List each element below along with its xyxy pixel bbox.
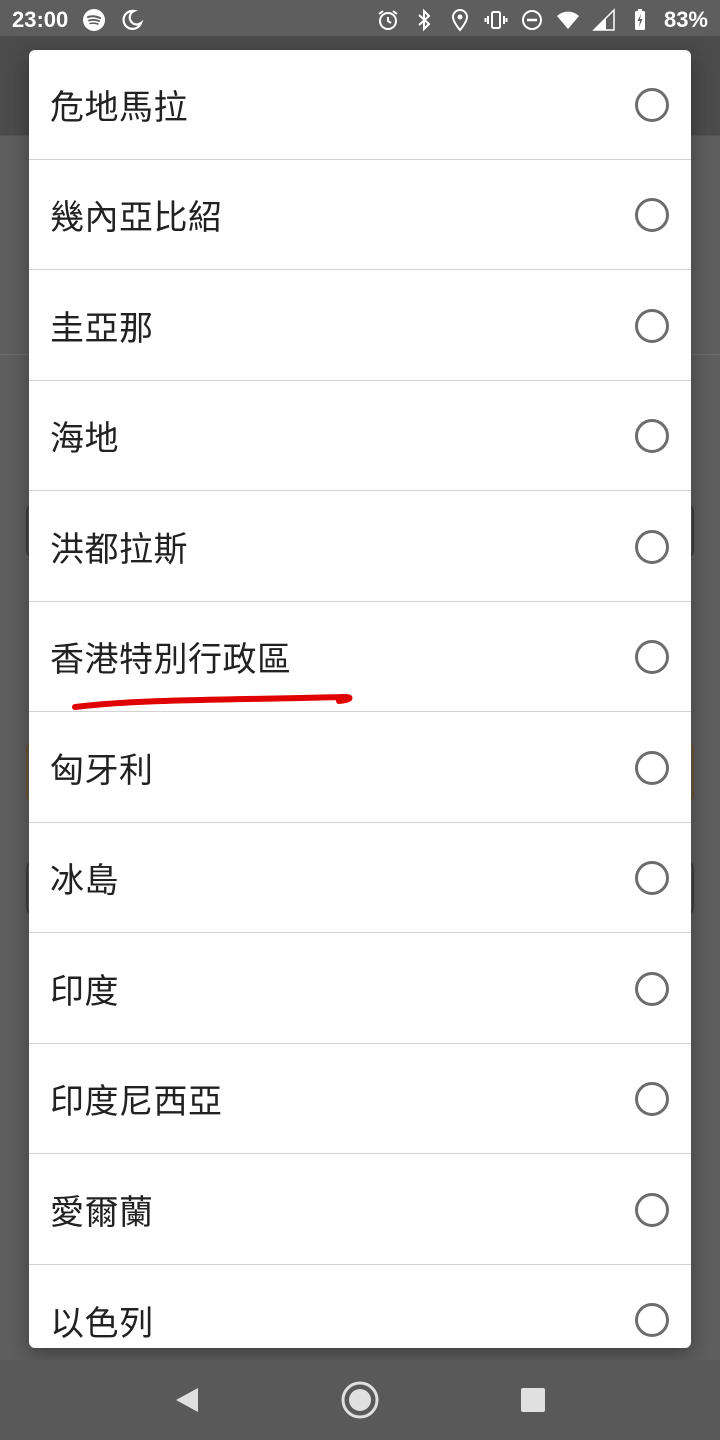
option-label: 以色列 bbox=[50, 1303, 154, 1344]
status-bar: 23:00 83% bbox=[0, 0, 720, 40]
back-button[interactable] bbox=[157, 1370, 217, 1430]
radio-button[interactable] bbox=[635, 1192, 669, 1227]
option-row[interactable]: 印度 bbox=[29, 934, 691, 1044]
home-button[interactable] bbox=[330, 1370, 390, 1430]
option-row[interactable]: 愛爾蘭 bbox=[29, 1155, 691, 1265]
moon-icon bbox=[120, 8, 144, 32]
option-row[interactable]: 香港特別行政區 bbox=[29, 602, 691, 712]
home-icon bbox=[341, 1381, 379, 1419]
option-row[interactable]: 以色列 bbox=[29, 1265, 691, 1348]
option-row[interactable]: 冰島 bbox=[29, 823, 691, 933]
signal-icon bbox=[592, 8, 616, 32]
radio-button[interactable] bbox=[635, 308, 669, 343]
option-label: 香港特別行政區 bbox=[50, 640, 292, 680]
alarm-icon bbox=[376, 8, 400, 32]
radio-button[interactable] bbox=[635, 1303, 669, 1337]
option-row[interactable]: 匈牙利 bbox=[29, 713, 691, 823]
location-icon bbox=[448, 8, 472, 32]
radio-button[interactable] bbox=[635, 87, 669, 122]
radio-button[interactable] bbox=[635, 971, 669, 1006]
option-label: 匈牙利 bbox=[50, 751, 154, 791]
option-label: 愛爾蘭 bbox=[50, 1193, 154, 1233]
navigation-bar bbox=[0, 1360, 720, 1440]
radio-button[interactable] bbox=[635, 750, 669, 785]
radio-button[interactable] bbox=[635, 197, 669, 232]
option-label: 危地馬拉 bbox=[50, 88, 188, 128]
option-label: 圭亞那 bbox=[50, 309, 154, 349]
status-time: 23:00 bbox=[12, 7, 69, 32]
radio-button[interactable] bbox=[635, 1081, 669, 1116]
recents-button[interactable] bbox=[503, 1370, 563, 1430]
option-label: 印度尼西亞 bbox=[50, 1082, 223, 1122]
recents-icon bbox=[521, 1388, 546, 1412]
option-label: 印度 bbox=[50, 972, 119, 1012]
wifi-icon bbox=[556, 8, 580, 32]
do-not-disturb-icon bbox=[520, 8, 544, 32]
battery-percent: 83% bbox=[663, 7, 708, 32]
back-icon bbox=[175, 1388, 198, 1412]
radio-button[interactable] bbox=[635, 418, 669, 453]
option-label: 冰島 bbox=[50, 861, 119, 901]
option-row[interactable]: 洪都拉斯 bbox=[29, 492, 691, 602]
option-row[interactable]: 幾內亞比紹 bbox=[29, 160, 691, 270]
option-label: 海地 bbox=[50, 419, 119, 459]
country-picker-dialog: 危地馬拉 幾內亞比紹 圭亞那 海地 洪都拉斯 香港特別行政區 匈牙利 冰島 印度… bbox=[29, 50, 691, 1348]
spotify-icon bbox=[82, 8, 106, 32]
bluetooth-icon bbox=[412, 8, 436, 32]
option-row[interactable]: 圭亞那 bbox=[29, 271, 691, 381]
option-label: 幾內亞比紹 bbox=[50, 198, 223, 238]
option-row[interactable]: 海地 bbox=[29, 381, 691, 491]
radio-button[interactable] bbox=[635, 860, 669, 895]
radio-button[interactable] bbox=[635, 639, 669, 674]
option-row[interactable]: 印度尼西亞 bbox=[29, 1044, 691, 1154]
radio-button[interactable] bbox=[635, 529, 669, 564]
option-label: 洪都拉斯 bbox=[50, 530, 188, 570]
vibrate-icon bbox=[484, 8, 508, 32]
battery-icon bbox=[628, 8, 652, 32]
option-row[interactable]: 危地馬拉 bbox=[29, 50, 691, 160]
